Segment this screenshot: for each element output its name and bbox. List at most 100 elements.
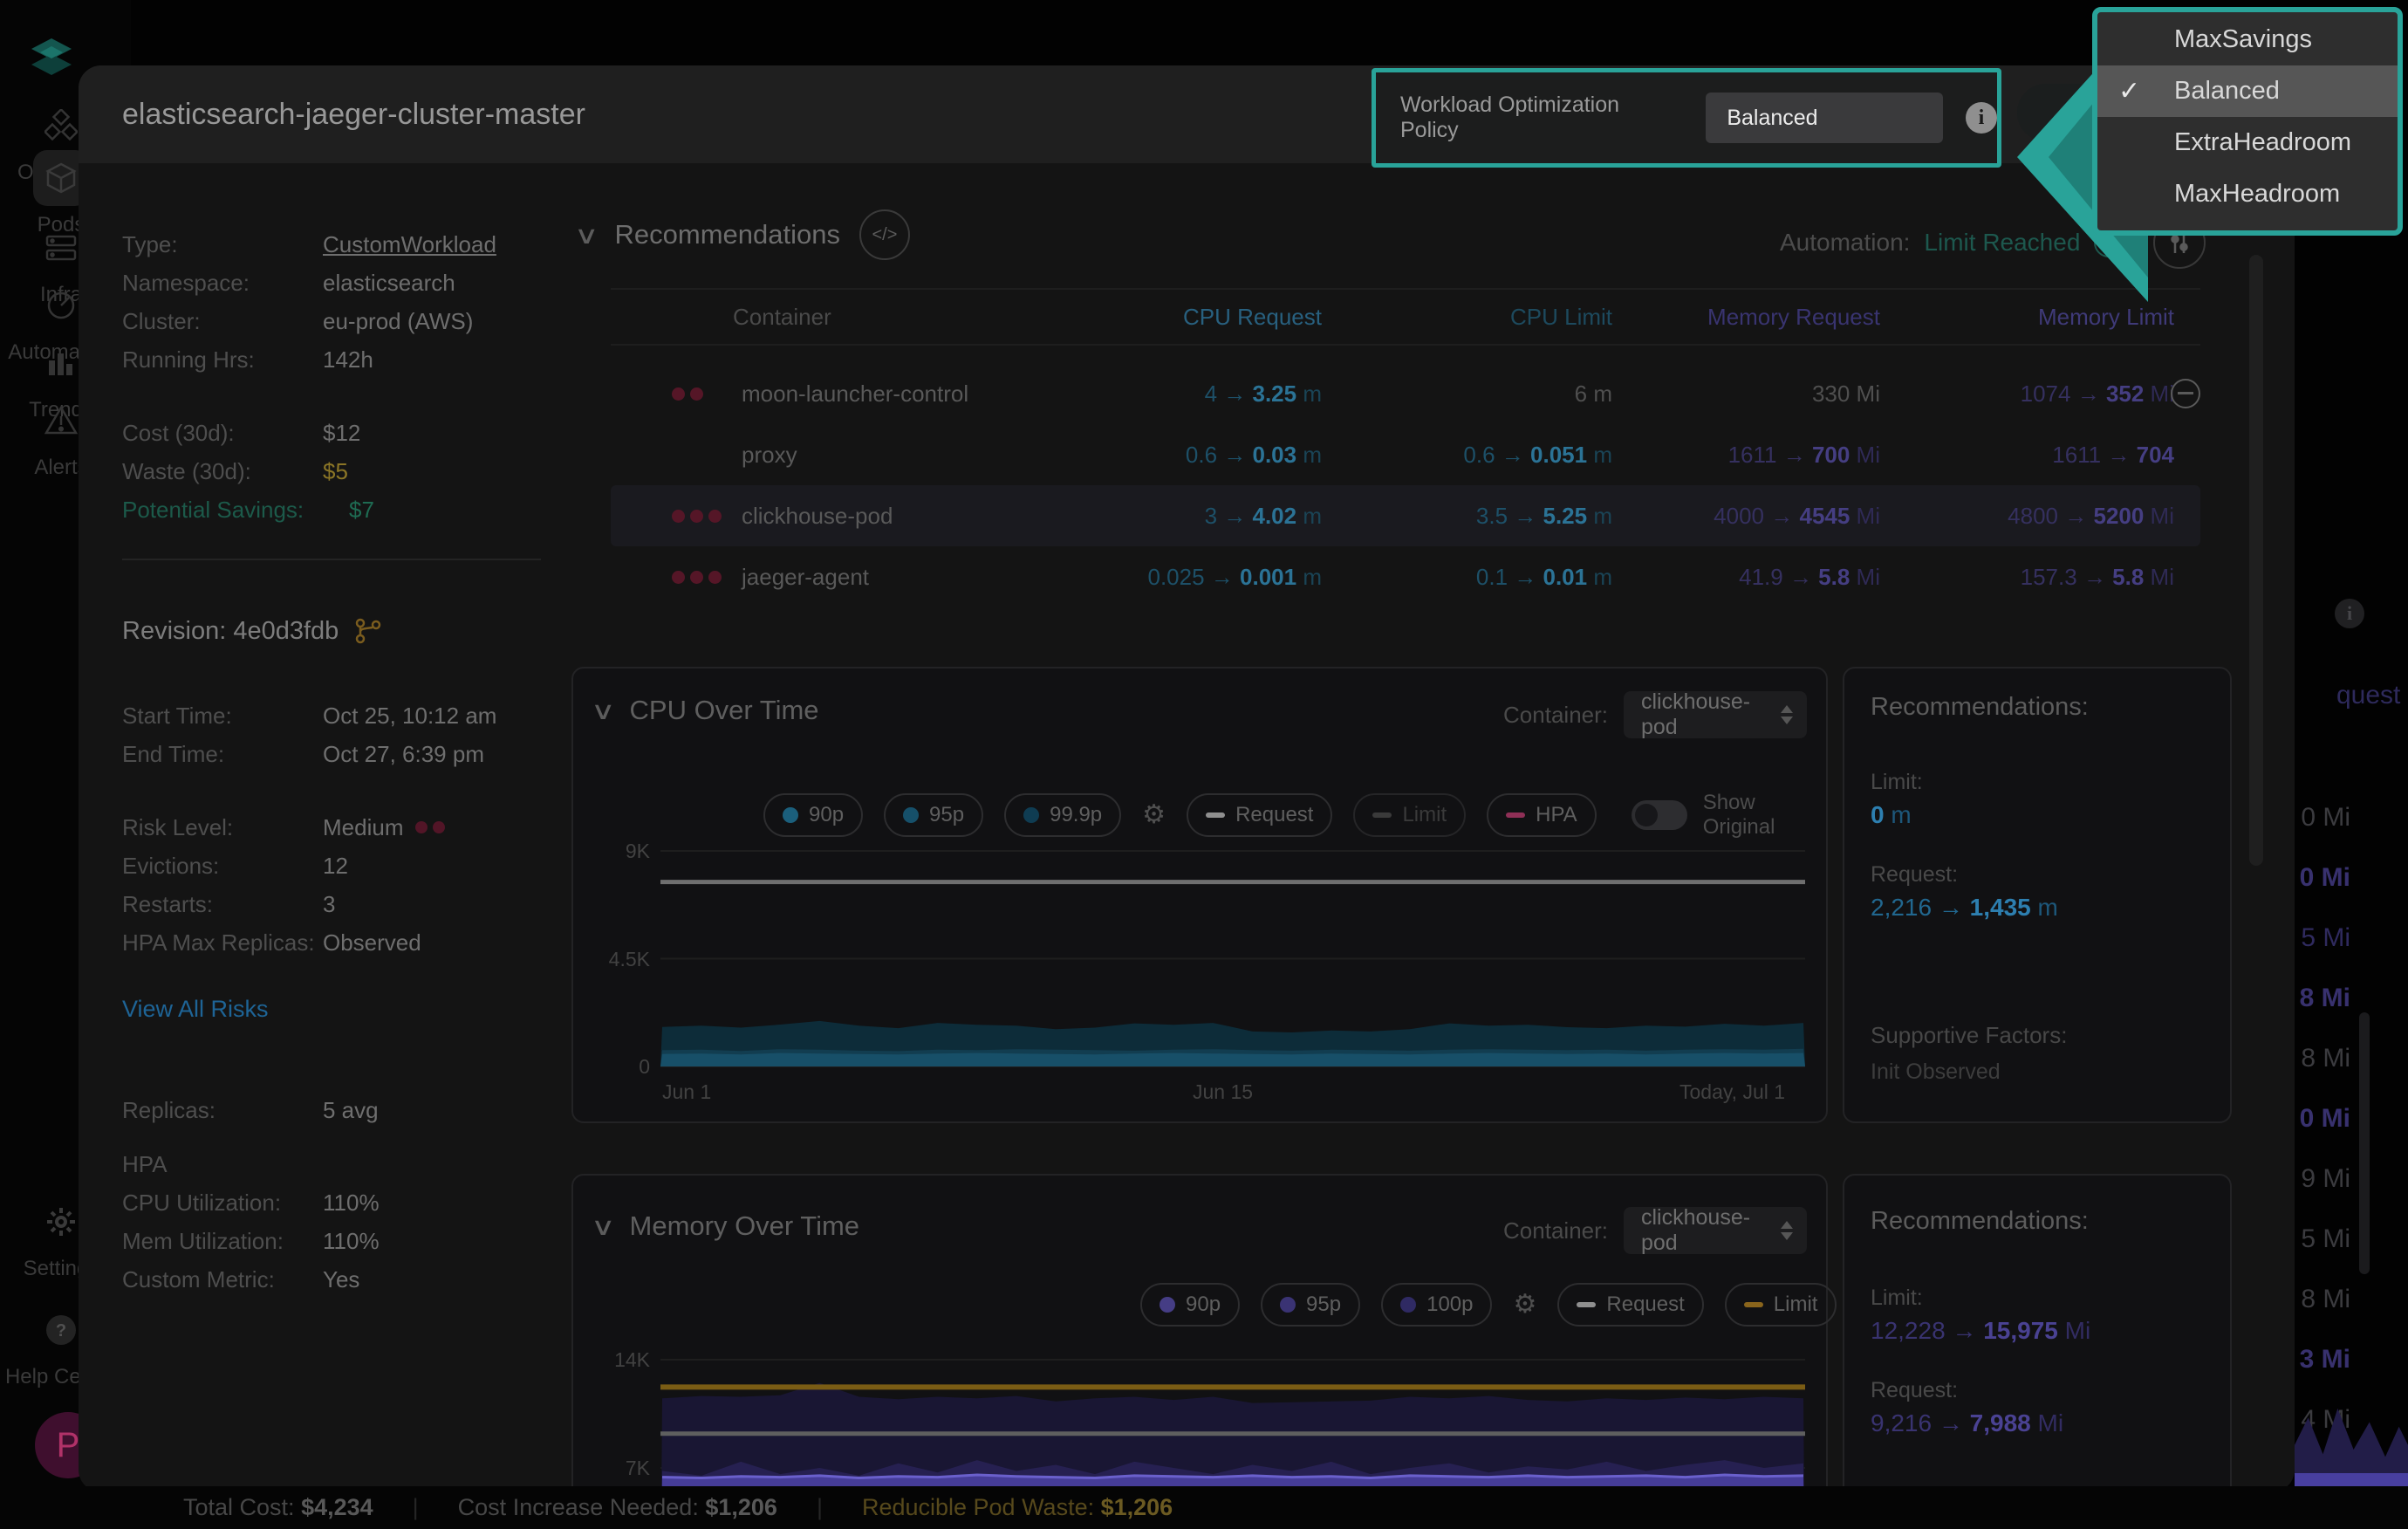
legend-label: Request	[1235, 803, 1313, 827]
cost-row: Potential Savings:$7	[122, 490, 576, 529]
mem-cell: 330 Mi	[1612, 381, 1880, 408]
legend-chip-limit[interactable]: Limit	[1353, 793, 1466, 837]
legend-dash	[1506, 812, 1525, 818]
table-row[interactable]: proxy0.6 → 0.03 m0.6 → 0.051 m1611 → 700…	[611, 424, 2200, 485]
background-mi-value: 3 Mi	[2286, 1329, 2373, 1389]
value-from: 1611	[1728, 442, 1783, 468]
view-all-risks-link[interactable]: View All Risks	[122, 990, 576, 1028]
container-name: jaeger-agent	[742, 564, 869, 591]
value-from: 0.6	[1463, 442, 1501, 468]
mem-container-select[interactable]: clickhouse-pod	[1624, 1207, 1807, 1254]
footer-value: $1,206	[1101, 1494, 1173, 1520]
show-original-row: Show Original	[1632, 791, 1826, 840]
table-row[interactable]: moon-launcher-control4 → 3.25 m6 m330 Mi…	[611, 363, 2200, 424]
value-unit: m	[2031, 894, 2058, 921]
show-original-toggle[interactable]	[1632, 800, 1687, 830]
chevron-down-icon[interactable]: ∨	[591, 1212, 616, 1241]
arrow-right-icon: →	[2077, 381, 2106, 407]
table-row[interactable]: jaeger-agent0.025 → 0.001 m0.1 → 0.01 m4…	[611, 546, 2200, 607]
toggle-knob	[1635, 804, 1658, 826]
policy-dropdown: MaxSavingsBalanced✓ExtraHeadroomMaxHeadr…	[2092, 7, 2403, 236]
git-branch-icon[interactable]	[354, 617, 382, 645]
background-mi-value: 5 Mi	[2286, 908, 2373, 968]
workload-policy-box: Workload Optimization Policy Balanced i	[1372, 68, 2001, 168]
value-from: 1611	[2052, 442, 2107, 468]
cost-row-label: Waste (30d):	[122, 452, 323, 490]
table-row[interactable]: clickhouse-pod3 → 4.02 m3.5 → 5.25 m4000…	[611, 485, 2200, 546]
percentile-dot	[1400, 1297, 1416, 1313]
mem-cell: 157.3 → 5.8 Mi	[1880, 564, 2174, 591]
percentile-dot	[1160, 1297, 1175, 1313]
info-icon[interactable]: i	[1966, 102, 1997, 134]
cpu-cell: 0.6 → 0.03 m	[1091, 442, 1322, 469]
legend-chip-hpa[interactable]: HPA	[1487, 793, 1597, 837]
chevron-down-icon[interactable]: ∨	[574, 221, 599, 250]
percentile-chip-90p[interactable]: 90p	[1140, 1283, 1240, 1327]
cpu-limit-value: 0 m	[1871, 801, 1912, 829]
value-to: 4.02	[1253, 503, 1297, 529]
cpu-cell: 0.025 → 0.001 m	[1091, 564, 1322, 591]
detail-row: Running Hrs:142h	[122, 340, 576, 379]
time-row-value: Oct 25, 10:12 am	[323, 696, 496, 735]
value-to: 5200	[2093, 503, 2144, 529]
footer-separator: |	[413, 1494, 419, 1521]
percentile-chip-99.9p[interactable]: 99.9p	[1004, 793, 1121, 837]
gear-icon[interactable]: ⚙	[1513, 1292, 1536, 1318]
arrow-right-icon: →	[1952, 1317, 1983, 1344]
cpu-container-select[interactable]: clickhouse-pod	[1624, 691, 1807, 738]
policy-select[interactable]: Balanced	[1706, 93, 1943, 143]
background-scrollbar[interactable]	[2359, 1012, 2370, 1274]
y-tick-label: 0	[580, 1055, 650, 1079]
detail-row: Namespace:elasticsearch	[122, 264, 576, 302]
exclude-icon[interactable]	[2171, 379, 2200, 408]
detail-row-value[interactable]: CustomWorkload	[323, 225, 496, 264]
cost-summary-bar: Total Cost: $4,234|Cost Increase Needed:…	[0, 1486, 2408, 1529]
footer-label: Total Cost:	[183, 1494, 301, 1520]
value-unit: Mi	[2144, 503, 2174, 529]
value-from: 0.025	[1148, 564, 1211, 590]
yaml-code-icon[interactable]: </>	[859, 209, 910, 260]
gear-icon[interactable]: ⚙	[1142, 802, 1166, 828]
legend-chip-limit[interactable]: Limit	[1725, 1283, 1837, 1327]
value-to: 700	[1812, 442, 1850, 468]
legend-chip-request[interactable]: Request	[1557, 1283, 1703, 1327]
value-to: 5.8	[2112, 564, 2144, 590]
app-root: OverviewPodsInfraAutomationTrendsAlerts …	[0, 0, 2408, 1529]
percentile-chip-95p[interactable]: 95p	[1261, 1283, 1360, 1327]
revision-label: Revision: 4e0d3fdb	[122, 611, 339, 651]
recommendations-table: ContainerCPU RequestCPU LimitMemory Requ…	[611, 288, 2200, 607]
value-to: 0.001	[1240, 564, 1296, 590]
chevron-down-icon[interactable]: ∨	[591, 696, 616, 725]
policy-option-extraheadroom[interactable]: ExtraHeadroom	[2097, 117, 2398, 168]
legend-label: Limit	[1402, 803, 1447, 827]
container-name-cell: clickhouse-pod	[611, 503, 1091, 530]
policy-option-balanced[interactable]: Balanced✓	[2097, 65, 2398, 117]
replica-row: Custom Metric:Yes	[122, 1260, 576, 1299]
policy-option-maxsavings[interactable]: MaxSavings	[2097, 14, 2398, 65]
value-from: 41.9	[1739, 564, 1789, 590]
cpu-chart[interactable]	[660, 847, 1805, 1072]
detail-row-value: eu-prod (AWS)	[323, 302, 473, 340]
percentile-chip-100p[interactable]: 100p	[1381, 1283, 1492, 1327]
svg-text:?: ?	[56, 1321, 66, 1340]
percentile-chip-95p[interactable]: 95p	[884, 793, 983, 837]
cpu-panel-header: ∨ CPU Over Time	[594, 695, 819, 726]
replica-row-value: Yes	[323, 1260, 359, 1299]
legend-dash	[1744, 1302, 1763, 1307]
legend-chip-request[interactable]: Request	[1187, 793, 1332, 837]
arrow-right-icon: →	[1789, 564, 1818, 590]
risk-row: Risk Level:Medium	[122, 808, 576, 847]
y-tick-label: 7K	[580, 1457, 650, 1480]
column-header: CPU Request	[1091, 304, 1322, 331]
value-unit: m	[1296, 503, 1322, 529]
modal-scrollbar[interactable]	[2249, 255, 2263, 866]
detail-row-value: elasticsearch	[323, 264, 455, 302]
percentile-chip-90p[interactable]: 90p	[763, 793, 863, 837]
cost-row-value: $5	[323, 452, 348, 490]
policy-option-maxheadroom[interactable]: MaxHeadroom	[2097, 168, 2398, 220]
mem-container-row: Container: clickhouse-pod	[1503, 1207, 1807, 1254]
percentile-label: 95p	[1306, 1292, 1341, 1317]
value-unit: m	[1296, 381, 1322, 407]
value-unit: m	[1587, 503, 1612, 529]
cost-row-label: Cost (30d):	[122, 414, 323, 452]
